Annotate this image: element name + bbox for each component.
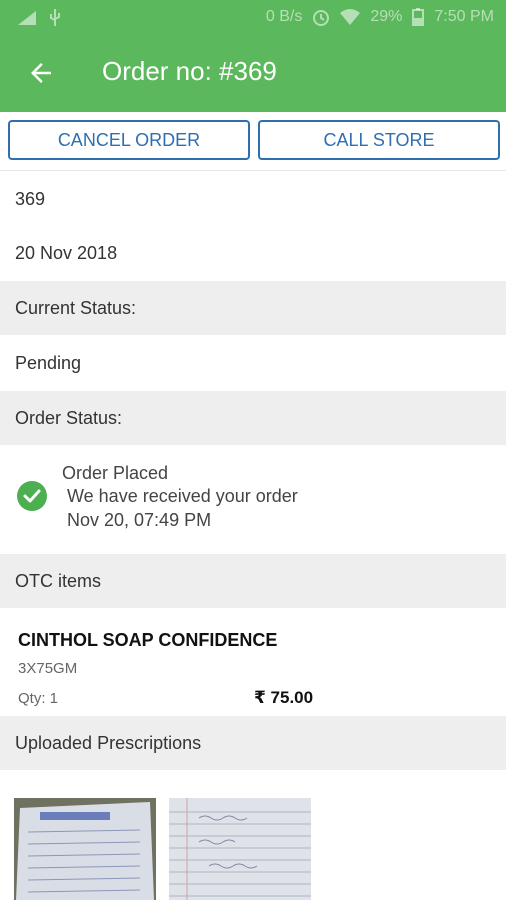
cancel-order-button[interactable]: CANCEL ORDER: [8, 120, 250, 160]
item-qty: Qty: 1: [18, 690, 59, 707]
arrow-back-icon[interactable]: [26, 58, 56, 88]
clock: 7:50 PM: [434, 8, 494, 25]
app-bar: Order no: #369: [0, 36, 506, 112]
order-date: 20 Nov 2018: [0, 226, 506, 280]
page-title: Order no: #369: [102, 56, 277, 86]
call-store-button[interactable]: CALL STORE: [258, 120, 500, 160]
item-name: CINTHOL SOAP CONFIDENCE: [18, 630, 278, 650]
timeline-entry: Order Placed We have received your order…: [0, 446, 506, 554]
timeline-message: We have received your order: [67, 486, 298, 506]
alarm-icon: [313, 10, 330, 26]
prescriptions-section-label: Uploaded Prescriptions: [0, 716, 506, 770]
action-row: CANCEL ORDER CALL STORE: [0, 112, 506, 171]
wifi-icon: [340, 9, 361, 25]
current-status-value: Pending: [0, 336, 506, 390]
check-circle-icon: [17, 481, 47, 511]
timeline-title: Order Placed: [62, 463, 169, 483]
status-bar: 0 B/s 29% 7:50 PM: [0, 0, 506, 36]
timeline-time: Nov 20, 07:49 PM: [67, 510, 212, 530]
battery-percent: 29%: [370, 8, 403, 25]
prescription-image-2[interactable]: [169, 798, 311, 900]
prescription-image-1[interactable]: [14, 798, 156, 900]
usb-icon: [50, 9, 60, 26]
signal-icon: [18, 11, 36, 25]
order-number: 369: [0, 172, 506, 226]
current-status-label: Current Status:: [0, 281, 506, 335]
item-pack: 3X75GM: [18, 660, 78, 677]
list-item: CINTHOL SOAP CONFIDENCE 3X75GM Qty: 1 ₹ …: [0, 608, 506, 716]
order-status-label: Order Status:: [0, 391, 506, 445]
net-speed: 0 B/s: [265, 8, 303, 25]
otc-section-label: OTC items: [0, 554, 506, 608]
item-price: ₹ 75.00: [254, 688, 314, 707]
battery-icon: [412, 8, 425, 26]
